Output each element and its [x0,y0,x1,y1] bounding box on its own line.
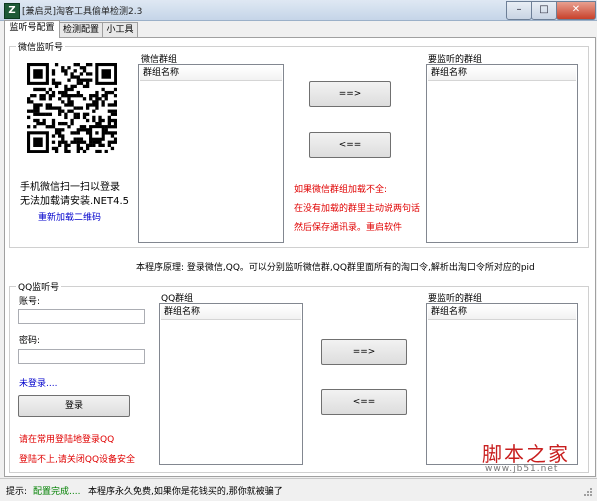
close-button[interactable]: ✕ [556,1,596,20]
maximize-button[interactable]: □ [531,1,557,20]
status-label: 提示: [6,487,28,497]
qq-login-status: 未登录.... [19,379,58,389]
minimize-button[interactable]: – [506,1,532,20]
wechat-remove-button[interactable]: <== [309,132,391,158]
tab-tools[interactable]: 小工具 [102,22,138,38]
qq-hint-1: 请在常用登陆地登录QQ [19,435,115,445]
wechat-install-text: 无法加载请安装.NET4.5 [20,196,129,207]
qq-remove-button[interactable]: <== [321,389,407,415]
watermark-logo: 脚本之家 [482,442,570,466]
resize-grip-icon[interactable] [583,487,593,497]
reload-qr-link[interactable]: 重新加载二维码 [38,210,101,223]
wechat-group-title: 微信监听号 [16,40,66,53]
wechat-hint-1: 如果微信群组加载不全: [294,185,388,195]
watermark-url: www.jb51.net [485,464,559,474]
app-icon: Z [4,3,20,19]
wechat-add-button[interactable]: ==> [309,81,391,107]
qq-password-label: 密码: [19,336,41,346]
qq-account-input[interactable] [18,309,145,324]
qq-account-label: 账号: [19,297,41,307]
qq-password-input[interactable] [18,349,145,364]
wechat-hint-3: 然后保存通讯录。重启软件 [294,223,403,233]
qq-groups-list[interactable]: 群组名称 [159,303,303,465]
status-message: 本程序永久免费,如果你是花钱买的,那你就被骗了 [88,487,283,497]
wechat-scan-text: 手机微信扫一扫以登录 [20,182,120,193]
qq-login-button[interactable]: 登录 [18,395,130,417]
qq-add-button[interactable]: ==> [321,339,407,365]
wechat-groups-header[interactable]: 群组名称 [140,66,282,81]
qq-group-title: QQ监听号 [16,280,62,293]
principle-text: 本程序原理: 登录微信,QQ。可以分别监听微信群,QQ群里面所有的淘口令,解析出… [136,263,535,273]
wechat-monitored-list[interactable]: 群组名称 [426,64,578,243]
window-title: [兼启灵]淘客工具偷单检测2.3 [22,7,143,17]
tab-listener-config[interactable]: 监听号配置 [4,20,60,38]
title-bar: Z [兼启灵]淘客工具偷单检测2.3 – □ ✕ [0,0,597,21]
wechat-groups-list[interactable]: 群组名称 [138,64,284,243]
qq-groups-header[interactable]: 群组名称 [161,305,301,320]
qq-hint-2: 登陆不上,请关闭QQ设备安全 [19,455,136,465]
tab-detection-config[interactable]: 检测配置 [58,22,104,38]
qq-monitored-header[interactable]: 群组名称 [428,305,576,320]
wechat-qr-code [27,63,118,154]
wechat-monitored-header[interactable]: 群组名称 [428,66,576,81]
wechat-hint-2: 在没有加载的群里主动说两句话 [294,204,421,214]
status-config: 配置完成.... [33,487,81,497]
status-bar: 提示: 配置完成.... 本程序永久免费,如果你是花钱买的,那你就被骗了 [0,478,597,501]
